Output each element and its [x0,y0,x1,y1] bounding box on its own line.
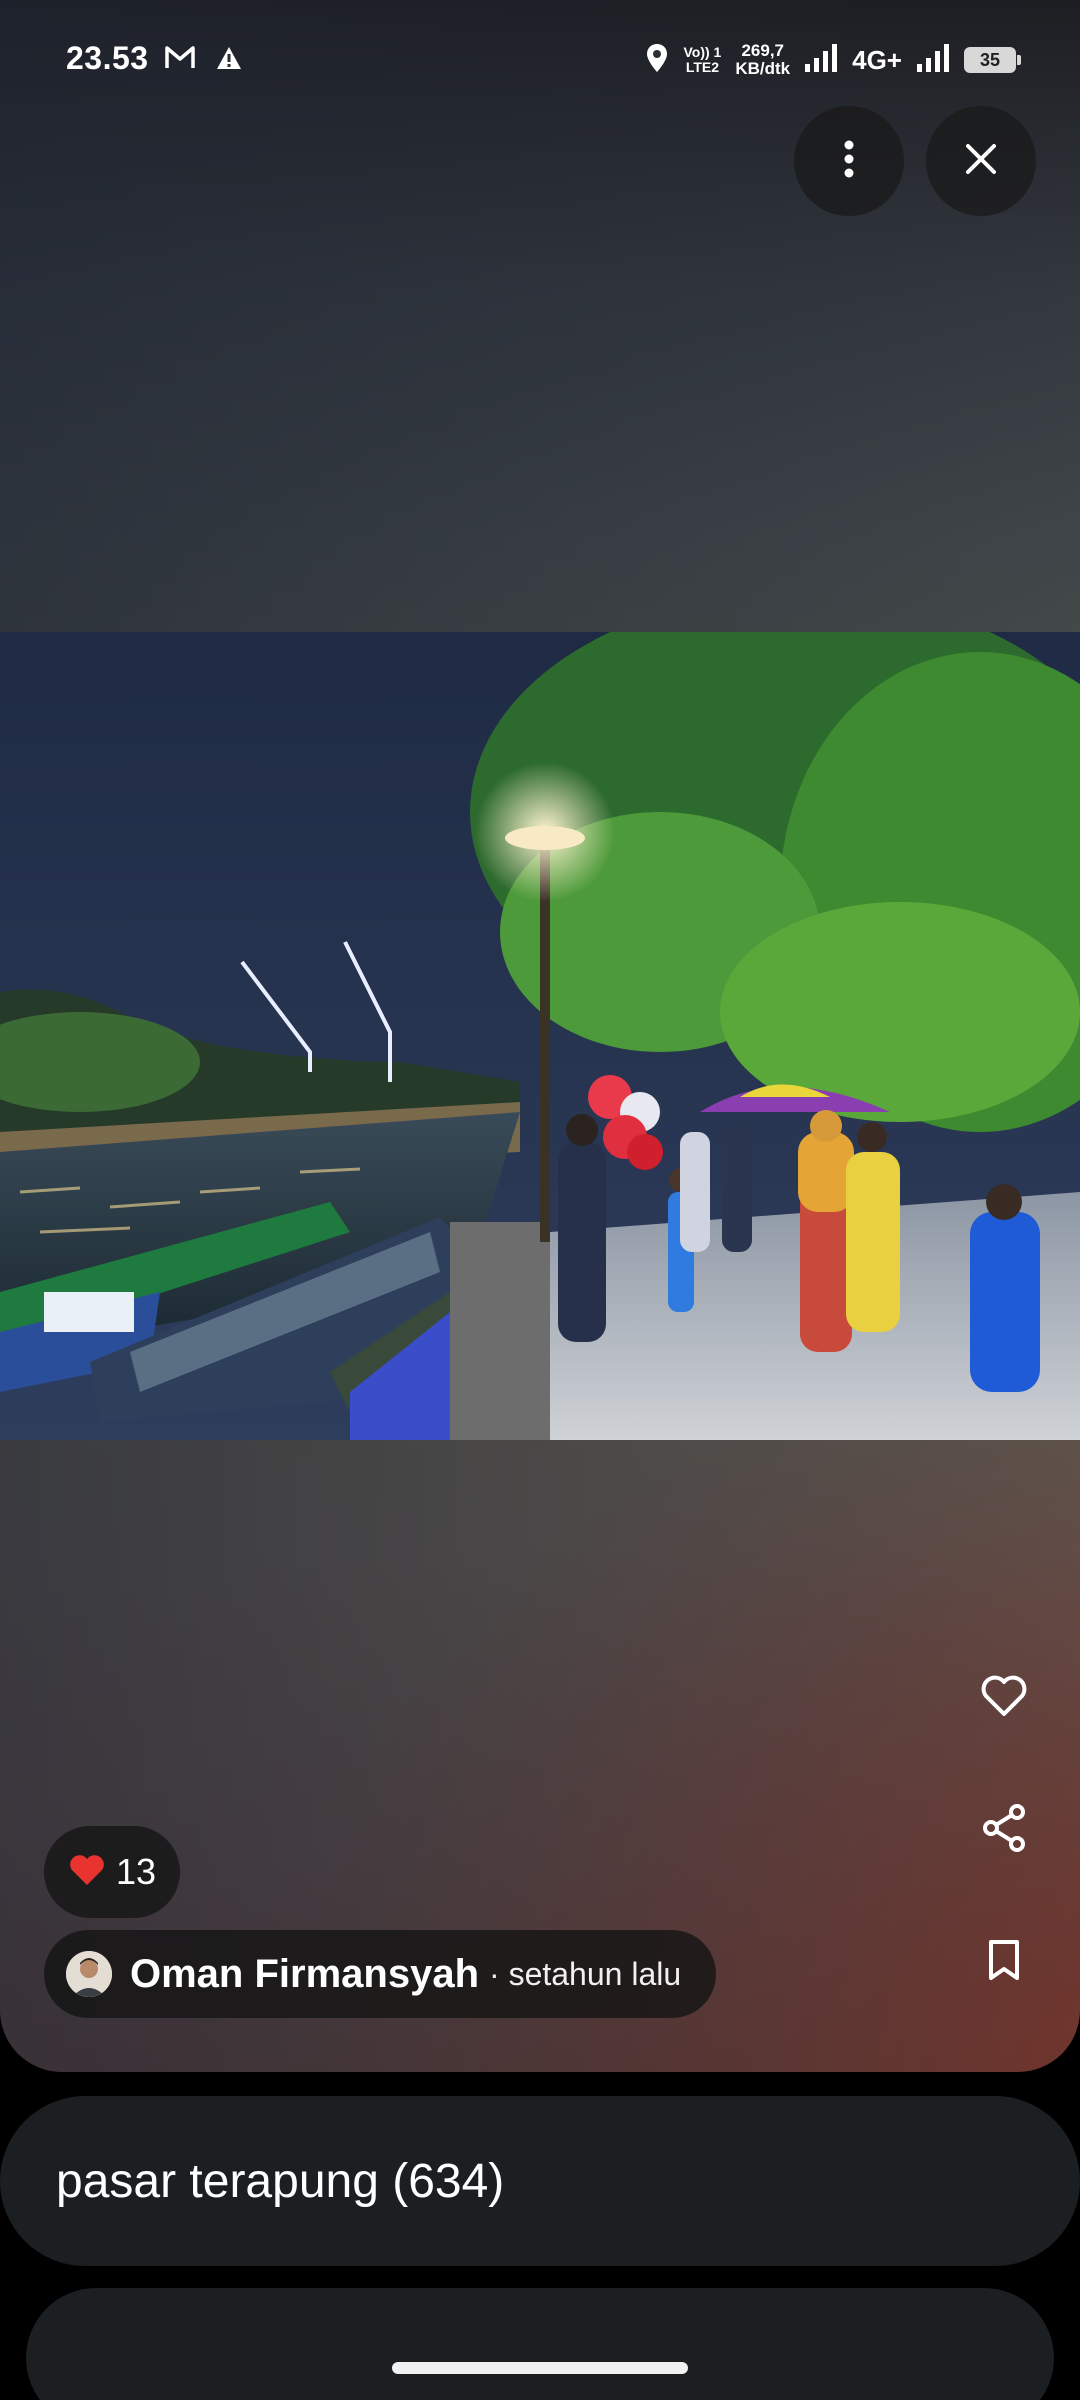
bookmark-icon [987,1939,1021,1986]
photo-viewer-card: 23.53 Vo)) 1 LTE2 269,7 KB/dtk 4G+ 35 13… [0,0,1080,2072]
album-title: pasar terapung (634) [56,2154,505,2208]
likes-count: 13 [115,1851,157,1892]
more-vertical-icon [843,139,855,184]
speed-unit: KB/dtk [735,59,791,78]
more-options-button[interactable] [794,106,904,216]
next-card-peek[interactable] [26,2288,1054,2400]
close-button[interactable] [926,106,1036,216]
album-bar[interactable]: pasar terapung (634) [0,2096,1080,2266]
share-icon [981,1803,1027,1857]
share-button[interactable] [964,1790,1044,1870]
bookmark-button[interactable] [964,1922,1044,2002]
signal-icon [916,43,950,78]
heart-outline-icon [980,1674,1028,1723]
warning-icon [216,46,242,75]
likes-pill[interactable]: 13 [44,1826,180,1918]
volte-label: Vo)) 1 [683,44,722,60]
status-time: 23.53 [66,40,149,76]
volte-indicator: Vo)) 1 LTE2 [683,45,721,75]
photo-image[interactable] [0,632,1080,1440]
home-indicator[interactable] [392,2362,688,2374]
heart-emoji-icon [68,1853,106,1892]
gmail-icon [164,44,196,75]
author-pill[interactable]: Oman Firmansyah · setahun lalu [44,1930,716,2018]
favorite-button[interactable] [964,1658,1044,1738]
status-right: Vo)) 1 LTE2 269,7 KB/dtk 4G+ 35 [645,36,1021,84]
status-bar: 23.53 Vo)) 1 LTE2 269,7 KB/dtk 4G+ 35 [0,0,1080,120]
network-speed: 269,7 KB/dtk [735,42,790,78]
post-time: · setahun lalu [489,1955,682,1992]
lte-label: LTE2 [685,59,720,75]
close-icon [965,143,997,180]
network-type: 4G+ [852,44,902,75]
signal-icon [804,43,838,78]
avatar [66,1951,112,1997]
author-name: Oman Firmansyah [130,1951,480,1996]
location-icon [645,43,669,78]
speed-value: 269,7 [741,41,784,60]
battery-indicator: 35 [964,47,1021,73]
